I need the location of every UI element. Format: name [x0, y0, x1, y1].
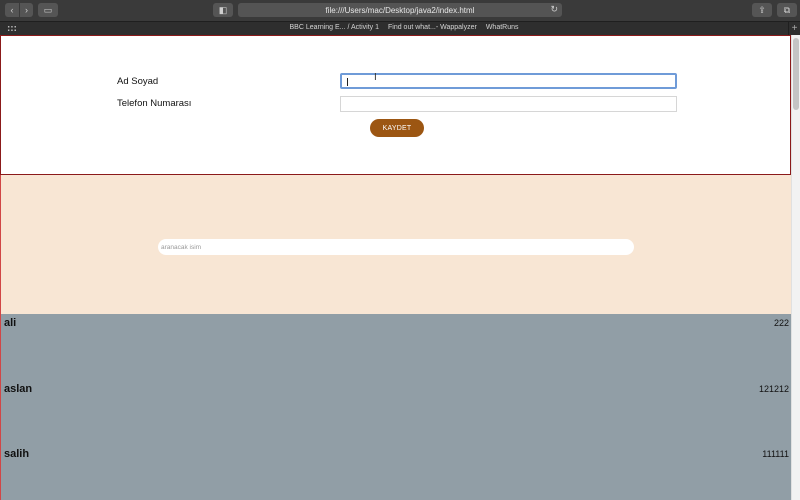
list-item: aslan 121212 [1, 383, 792, 399]
browser-toolbar: ‹ › ▭ ◧ file:///Users/mac/Desktop/java2/… [0, 0, 800, 21]
phone-input[interactable] [340, 96, 677, 112]
contact-phone: 121212 [758, 384, 789, 394]
contact-name: aslan [4, 383, 33, 395]
list-item: ali 222 [1, 317, 792, 333]
text-caret [347, 78, 348, 86]
search-input[interactable] [158, 239, 634, 255]
tabs-overview-icon[interactable]: ⧉ [777, 3, 797, 17]
back-icon[interactable]: ‹ [5, 3, 19, 17]
share-icon[interactable]: ⇪ [752, 3, 772, 17]
new-tab-icon[interactable]: + [788, 22, 800, 36]
name-input[interactable] [340, 73, 677, 89]
list-item: salih 111111 [1, 448, 792, 464]
contact-phone: 111111 [762, 449, 789, 459]
ibeam-cursor-icon: I [374, 72, 377, 83]
contact-name: salih [4, 448, 30, 460]
address-bar[interactable]: file:///Users/mac/Desktop/java2/index.ht… [238, 3, 562, 17]
address-url: file:///Users/mac/Desktop/java2/index.ht… [325, 5, 475, 15]
scrollbar-thumb[interactable] [793, 38, 799, 110]
favorite-link[interactable]: Find out what...- Wappalyzer [388, 24, 477, 31]
page-scrollbar[interactable] [791, 35, 800, 500]
search-section [0, 175, 791, 314]
reader-view-icon[interactable]: ◧ [213, 3, 233, 17]
favorite-link[interactable]: WhatRuns [486, 24, 519, 31]
phone-label: Telefon Numarası [117, 98, 192, 109]
forward-icon[interactable]: › [19, 3, 33, 17]
sidebar-toggle-icon[interactable]: ▭ [38, 3, 58, 17]
favorite-link[interactable]: BBC Learning E... / Activity 1 [289, 24, 379, 31]
contact-phone: 222 [773, 318, 789, 328]
contact-name: ali [4, 317, 17, 329]
contact-list: ali 222 aslan 121212 salih 111111 [0, 314, 791, 500]
page-viewport: Ad Soyad I Telefon Numarası KAYDET ali 2… [0, 35, 800, 500]
save-button[interactable]: KAYDET [370, 119, 424, 137]
contact-form: Ad Soyad I Telefon Numarası KAYDET [0, 35, 791, 175]
reload-icon[interactable]: ↻ [550, 4, 558, 15]
favorites-bar: BBC Learning E... / Activity 1 Find out … [0, 21, 800, 36]
name-label: Ad Soyad [117, 76, 159, 87]
